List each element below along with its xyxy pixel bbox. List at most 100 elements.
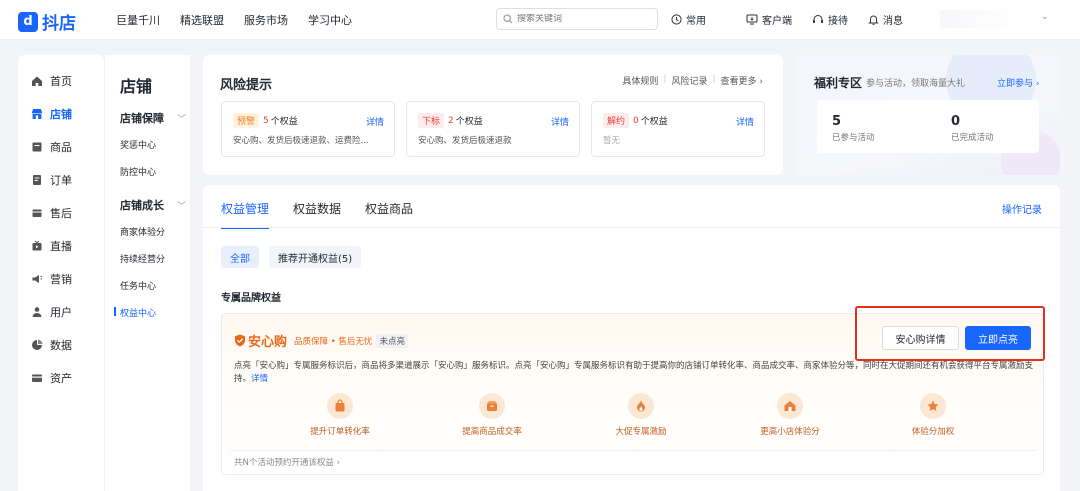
sidebar-item-label: 售后 [50, 207, 72, 220]
tab-benefit-products[interactable]: 权益商品 [365, 200, 413, 229]
benefit-label: 提高商品成交率 [462, 427, 522, 437]
risk-link-more[interactable]: 查看更多 › [721, 74, 764, 87]
common-label: 常用 [686, 16, 706, 27]
risk-card-terminated[interactable]: 解约 0 个权益 详情 暂无 [591, 101, 765, 157]
search-box[interactable] [496, 8, 658, 30]
asset-icon [31, 372, 43, 384]
risk-link-records[interactable]: 风险记录 [671, 74, 707, 87]
operation-log-link[interactable]: 操作记录 [1002, 201, 1042, 216]
status-badge: 下标 [418, 113, 445, 128]
topnav-item-alliance[interactable]: 精选联盟 [180, 12, 224, 28]
account-avatar[interactable] [940, 10, 1020, 28]
subnav-item-rewards[interactable]: 奖惩中心 [120, 138, 156, 151]
search-icon [503, 14, 513, 24]
app-name: 抖店 [42, 14, 76, 34]
sidebar-item-order[interactable]: 订单 [31, 172, 72, 188]
marketing-icon [31, 273, 43, 285]
subnav-group-store-growth[interactable]: 店铺成长 ﹀ [120, 197, 186, 213]
sidebar-item-marketing[interactable]: 营销 [31, 271, 72, 287]
tab-benefit-management[interactable]: 权益管理 [221, 200, 270, 229]
search-input[interactable] [517, 14, 647, 24]
subnav-group-label: 店铺成长 [120, 199, 164, 212]
brand-desc-link[interactable]: 详情 [251, 374, 268, 384]
risk-count: 5 [263, 115, 269, 126]
brand-description: 点亮「安心购」专属服务标识后，商品将多渠道展示「安心购」服务标识。点亮「安心购」… [234, 360, 1040, 386]
stat-label: 已参与活动 [832, 133, 875, 143]
activity-footer-link[interactable]: 共N个活动预约开通该权益 › [234, 456, 340, 468]
risk-desc: 安心购、发货后极速退款、运费险... [233, 136, 369, 146]
tab-bar: 权益管理 权益数据 权益商品 [221, 200, 413, 229]
brand-tagline: 品质保障 • 售后无忧 [294, 336, 373, 347]
sidebar-item-product[interactable]: 商品 [31, 139, 72, 155]
benefit-item-deal-rate: 提高商品成交率 [437, 393, 547, 437]
order-icon [31, 174, 43, 186]
stat-completed[interactable]: 0 已完成活动 [951, 114, 994, 143]
risk-card-head: 解约 0 个权益 [603, 113, 668, 128]
sidebar-item-home[interactable]: 首页 [31, 73, 72, 89]
brand-detail-button[interactable]: 安心购详情 [882, 326, 959, 350]
sidebar-item-live[interactable]: 直播 [31, 238, 72, 254]
sidebar-item-label: 营销 [50, 273, 72, 286]
star-icon [920, 393, 946, 419]
subnav-group-store-guarantee[interactable]: 店铺保障 ﹀ [120, 110, 186, 126]
risk-detail-link[interactable]: 详情 [366, 115, 384, 128]
messages-tool[interactable]: 消息 [868, 12, 903, 27]
risk-detail-link[interactable]: 详情 [551, 115, 569, 128]
chevron-down-icon: ﹀ [177, 201, 187, 212]
active-indicator [114, 307, 116, 316]
section-title: 专属品牌权益 [221, 293, 281, 304]
status-badge: 未点亮 [376, 333, 408, 348]
risk-unit: 个权益 [640, 117, 668, 127]
sidebar-item-data[interactable]: 数据 [31, 337, 72, 353]
logo-mark-icon: d [18, 11, 38, 32]
sidebar-item-user[interactable]: 用户 [31, 304, 72, 320]
flame-icon [628, 393, 654, 419]
sidebar-item-label: 商品 [50, 141, 72, 154]
risk-detail-link[interactable]: 详情 [736, 115, 754, 128]
shield-icon [235, 334, 245, 347]
topnav-item-learning[interactable]: 学习中心 [308, 12, 352, 28]
common-tool[interactable]: 常用 [671, 12, 706, 27]
risk-card-delisted[interactable]: 下标 2 个权益 详情 安心购、发货后极速退款 [406, 101, 580, 157]
divider: | [712, 74, 716, 84]
filter-chip-recommended[interactable]: 推荐开通权益(5) [269, 246, 362, 268]
bag-icon [327, 393, 353, 419]
chevron-right-icon: › [759, 77, 763, 87]
risk-link-rules[interactable]: 具体规则 [622, 74, 658, 87]
subnav-item-risk-control[interactable]: 防控中心 [120, 165, 156, 178]
chevron-right-icon: › [336, 458, 340, 468]
benefit-label: 更高小店体验分 [760, 427, 820, 437]
subnav-item-task-center[interactable]: 任务中心 [120, 279, 156, 292]
sidebar-item-after-sale[interactable]: 售后 [31, 205, 72, 221]
app-logo[interactable]: d 抖店 [18, 9, 76, 34]
benefit-item-promo-incentive: 大促专属激励 [586, 393, 696, 437]
risk-title: 风险提示 [220, 78, 273, 93]
status-badge: 预警 [233, 113, 260, 128]
clock-icon [671, 14, 682, 25]
tab-benefit-data[interactable]: 权益数据 [293, 200, 341, 229]
sidebar-item-asset[interactable]: 资产 [31, 370, 72, 386]
sidebar-item-label: 订单 [50, 174, 72, 187]
topnav-item-service-market[interactable]: 服务市场 [244, 12, 288, 28]
client-tool[interactable]: 客户端 [746, 12, 792, 27]
risk-desc: 安心购、发货后极速退款 [418, 136, 512, 146]
shop-icon [777, 393, 803, 419]
stat-joined[interactable]: 5 已参与活动 [832, 114, 875, 143]
reception-tool[interactable]: 接待 [812, 12, 848, 27]
subnav-item-benefit-center[interactable]: 权益中心 [120, 306, 156, 319]
topnav-item-qianchuan[interactable]: 巨量千川 [116, 12, 160, 28]
risk-card-head: 预警 5 个权益 [233, 113, 298, 128]
subnav-item-experience-score[interactable]: 商家体验分 [120, 225, 165, 238]
join-now-link[interactable]: 立即参与 › [997, 76, 1040, 89]
account-chevron-icon[interactable]: ⌄ [1041, 12, 1049, 22]
filter-chip-all[interactable]: 全部 [221, 246, 259, 268]
risk-count: 2 [448, 115, 454, 126]
risk-card-warning[interactable]: 预警 5 个权益 详情 安心购、发货后极速退款、运费险... [221, 101, 395, 157]
benefit-item-shop-score: 更高小店体验分 [735, 393, 845, 437]
sidebar-item-store[interactable]: 店铺 [31, 106, 72, 122]
subnav-item-operation-score[interactable]: 持续经营分 [120, 252, 165, 265]
data-icon [31, 339, 43, 351]
risk-unit: 个权益 [455, 117, 483, 127]
welfare-panel: 福利专区 参与活动，领取海量大礼 立即参与 › 5 已参与活动 0 已完成活动 [796, 55, 1060, 175]
activate-now-button[interactable]: 立即点亮 [965, 326, 1031, 350]
